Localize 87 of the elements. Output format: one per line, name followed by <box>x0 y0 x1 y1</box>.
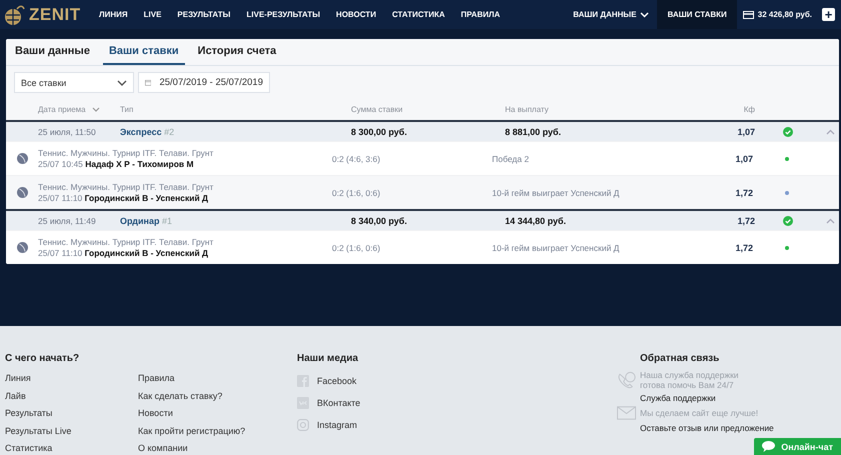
bet-date: 25 июля, 11:50 <box>38 126 97 136</box>
nav-link[interactable]: РЕЗУЛЬТАТЫ <box>169 0 239 29</box>
nav-link[interactable]: ЛИНИЯ <box>91 0 136 29</box>
bet-date: 25 июля, 11:49 <box>38 216 97 226</box>
bet-summary-row[interactable]: 25 июля, 11:49 Ординар #1 8 340,00 руб. 14 344,80 руб. 1,72 <box>6 209 839 230</box>
instagram-icon <box>297 419 309 431</box>
feedback-note: Мы сделаем сайт еще лучше! <box>640 408 760 418</box>
chevron-down-icon <box>640 12 650 18</box>
match-score: 0:2 (1:6, 0:6) <box>332 242 382 252</box>
footer-link[interactable]: Правила <box>138 370 271 388</box>
footer-link[interactable]: Линия <box>5 370 138 388</box>
bet-outcome: Победа 2 <box>492 154 530 164</box>
tournament-name: Теннис. Мужчины. Турнир ITF. Телави. Грунт <box>38 237 214 247</box>
nav-link[interactable]: НОВОСТИ <box>328 0 384 29</box>
nav-link[interactable]: ПРАВИЛА <box>452 0 508 29</box>
bet-outcome: 10-й гейм выиграет Успенский Д <box>492 188 620 198</box>
event-time: 25/07 11:10 <box>38 248 82 258</box>
bet-stake: 8 300,00 руб. <box>351 126 408 136</box>
phone-24-icon <box>617 371 636 389</box>
footer-link[interactable]: Результаты <box>5 405 138 423</box>
chevron-up-icon[interactable] <box>826 128 834 134</box>
footer-heading: С чего начать? <box>5 353 80 364</box>
tab[interactable]: Ваши данные <box>9 39 96 65</box>
bet-coefficient: 1,07 <box>736 126 755 136</box>
event-coefficient: 1,07 <box>734 154 753 164</box>
tennis-ball-icon <box>16 153 28 164</box>
footer-link[interactable]: Как пройти регистрацию? <box>138 422 271 440</box>
bet-outcome: 10-й гейм выиграет Успенский Д <box>492 242 620 252</box>
nav-link[interactable]: LIVE <box>136 0 170 29</box>
card-icon <box>742 10 754 18</box>
chevron-down-icon <box>117 80 127 86</box>
social-link[interactable]: Facebook <box>317 376 357 386</box>
event-time: 25/07 10:45 <box>38 159 83 169</box>
bet-number: #1 <box>162 216 172 226</box>
social-link[interactable]: Instagram <box>317 420 358 430</box>
column-header: Кф <box>742 105 755 114</box>
footer-link[interactable]: Лайв <box>5 388 138 406</box>
social-link[interactable]: ВКонтакте <box>317 398 360 408</box>
bet-type: Экспресс <box>120 126 162 136</box>
footer-link[interactable]: Новости <box>138 405 271 423</box>
footer-link[interactable]: Как сделать ставку? <box>138 388 271 406</box>
nav-link[interactable]: СТАТИСТИКА <box>384 0 453 29</box>
feedback-note: Наша служба поддержки готова помочь Вам 24/7 <box>640 370 740 390</box>
footer-link[interactable]: Статистика <box>5 440 138 455</box>
bet-type: Ординар <box>120 216 160 226</box>
balance-amount: 32 426,80 руб. <box>758 10 812 19</box>
column-header: Тип <box>120 105 134 114</box>
match-score: 0:2 (4:6, 3:6) <box>332 154 382 164</box>
event-coefficient: 1,72 <box>734 188 753 198</box>
event-coefficient: 1,72 <box>734 242 753 252</box>
column-header: На выплату <box>505 105 550 114</box>
bet-payout: 14 344,80 руб. <box>505 216 567 226</box>
tournament-name: Теннис. Мужчины. Турнир ITF. Телави. Грунт <box>38 148 214 158</box>
match-name[interactable]: Городинский В - Успенский Д <box>84 248 208 258</box>
bet-payout: 8 881,00 руб. <box>505 126 562 136</box>
bet-number: #2 <box>164 126 174 136</box>
match-score: 0:2 (1:6, 0:6) <box>332 188 382 198</box>
tennis-ball-icon <box>16 242 28 253</box>
bet-summary-row[interactable]: 25 июля, 11:50 Экспресс #2 8 300,00 руб. 8 881,00 руб. 1,07 <box>6 120 839 141</box>
footer-link[interactable]: Результаты Live <box>5 422 138 440</box>
chevron-up-icon[interactable] <box>826 218 834 224</box>
tennis-ball-icon <box>16 187 28 198</box>
chat-bubble-icon <box>762 441 776 452</box>
logo-text[interactable]: ZENIT <box>29 4 81 24</box>
add-funds-button[interactable]: + <box>822 8 835 21</box>
account-menu[interactable]: ВАШИ ДАННЫЕ <box>565 0 658 29</box>
calendar-icon <box>145 78 152 87</box>
feedback-link[interactable]: Оставьте отзыв или предложение <box>640 420 817 436</box>
bet-coefficient: 1,72 <box>736 216 755 226</box>
tab[interactable]: История счета <box>192 39 282 65</box>
match-name[interactable]: Надаф Х Р - Тихомиров М <box>85 159 194 169</box>
globe-logo-icon <box>3 2 25 26</box>
event-time: 25/07 11:10 <box>38 193 82 203</box>
footer-heading: Наши медиа <box>297 353 360 364</box>
nav-link[interactable]: LIVE-РЕЗУЛЬТАТЫ <box>238 0 328 29</box>
feedback-link[interactable]: Служба поддержки <box>640 390 817 406</box>
column-header: Сумма ставки <box>351 105 404 114</box>
date-range-field[interactable]: 25/07/2019 - 25/07/2019 <box>138 72 270 93</box>
bet-stake: 8 340,00 руб. <box>351 216 408 226</box>
bet-type-select[interactable]: Все ставки <box>14 72 134 93</box>
bets-link[interactable]: ВАШИ СТАВКИ <box>657 0 737 29</box>
envelope-icon <box>617 406 636 420</box>
sort-chevron-icon <box>92 107 100 112</box>
tournament-name: Теннис. Мужчины. Турнир ITF. Телави. Грунт <box>38 182 214 192</box>
match-name[interactable]: Городинский В - Успенский Д <box>84 193 208 203</box>
footer-link[interactable]: О компании <box>138 440 271 455</box>
footer-heading: Обратная связь <box>640 353 720 364</box>
